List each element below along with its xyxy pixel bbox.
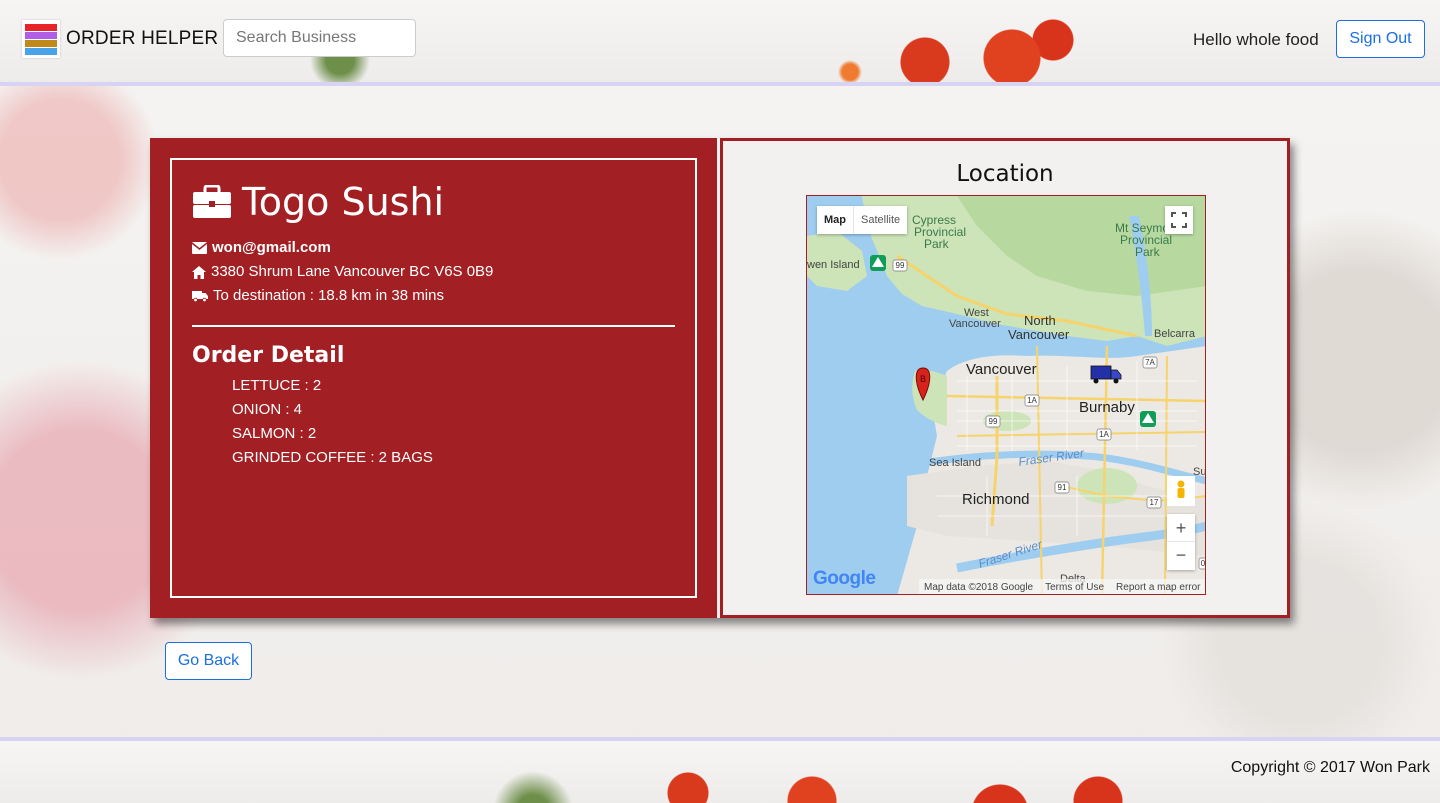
location-panel: Location Cypress Provincial Park Mt Seym… bbox=[720, 138, 1290, 618]
copyright-text: Copyright © 2017 Won Park bbox=[1230, 759, 1430, 776]
terms-of-use-link[interactable]: Terms of Use bbox=[1045, 582, 1104, 593]
logo-stripe bbox=[25, 39, 57, 47]
truck-icon bbox=[192, 291, 208, 302]
map-canvas[interactable]: Cypress Provincial Park Mt Seymour Provi… bbox=[807, 196, 1206, 595]
report-map-error-link[interactable]: Report a map error bbox=[1116, 582, 1200, 593]
svg-text:99: 99 bbox=[896, 261, 905, 270]
footer: Copyright © 2017 Won Park bbox=[0, 737, 1440, 803]
divider bbox=[192, 325, 675, 327]
business-name: Togo Sushi bbox=[242, 180, 445, 224]
business-address: 3380 Shrum Lane Vancouver BC V6S 0B9 bbox=[211, 263, 494, 280]
business-email-row: won@gmail.com bbox=[192, 236, 675, 260]
road-shield: 17 bbox=[1146, 496, 1162, 509]
svg-text:17: 17 bbox=[1150, 498, 1159, 507]
logo-stripe bbox=[25, 31, 57, 39]
brand-name: ORDER HELPER bbox=[66, 28, 219, 49]
business-email: won@gmail.com bbox=[212, 239, 331, 256]
briefcase-icon bbox=[193, 185, 231, 218]
map-label: Belcarra bbox=[1154, 328, 1196, 340]
street-view-pegman-icon[interactable] bbox=[1167, 476, 1195, 506]
order-item: LETTUCE : 2 bbox=[232, 377, 322, 394]
logo-stripe bbox=[25, 23, 57, 31]
svg-text:1A: 1A bbox=[1027, 396, 1037, 405]
map-label: Sea Island bbox=[929, 457, 981, 469]
zoom-out-button[interactable]: − bbox=[1167, 542, 1195, 569]
map-type-control: Map Satellite bbox=[817, 206, 908, 234]
road-shield: 99 bbox=[892, 259, 908, 272]
svg-text:99: 99 bbox=[989, 417, 998, 426]
park-marker-icon bbox=[1140, 411, 1156, 427]
map-data-attribution: Map data ©2018 Google bbox=[924, 582, 1034, 593]
google-logo[interactable]: Google bbox=[813, 568, 876, 590]
map-label: North bbox=[1024, 313, 1056, 328]
map-label: wen Island bbox=[807, 259, 860, 271]
map-label: Vancouver bbox=[1008, 327, 1070, 342]
sign-out-button[interactable]: Sign Out bbox=[1336, 20, 1425, 58]
map-type-satellite-button[interactable]: Satellite bbox=[854, 206, 907, 234]
fullscreen-button[interactable] bbox=[1165, 206, 1193, 234]
order-item: ONION : 4 bbox=[232, 401, 303, 418]
logo-stripe bbox=[25, 47, 57, 55]
road-shield: 7A bbox=[1142, 356, 1158, 369]
destination-row: To destination : 18.8 km in 38 mins bbox=[192, 284, 675, 308]
business-title-row: Togo Sushi bbox=[192, 180, 675, 224]
park-marker-icon bbox=[870, 255, 886, 271]
go-back-button[interactable]: Go Back bbox=[165, 642, 252, 680]
map-label: Park bbox=[924, 237, 950, 251]
zoom-control: + − bbox=[1167, 514, 1195, 570]
road-shield: 1A bbox=[1024, 394, 1040, 407]
map-label: Burnaby bbox=[1079, 399, 1135, 416]
map-label: Park bbox=[1135, 245, 1161, 259]
search-input[interactable] bbox=[223, 19, 416, 57]
map-type-map-button[interactable]: Map bbox=[817, 206, 854, 234]
svg-text:0: 0 bbox=[1201, 559, 1206, 568]
destination-info: To destination : 18.8 km in 38 mins bbox=[213, 287, 444, 304]
road-shield: 1A bbox=[1096, 428, 1112, 441]
google-map[interactable]: Cypress Provincial Park Mt Seymour Provi… bbox=[806, 195, 1206, 595]
svg-text:91: 91 bbox=[1058, 483, 1067, 492]
order-item: GRINDED COFFEE : 2 BAGS bbox=[232, 449, 433, 466]
location-title: Location bbox=[956, 161, 1054, 187]
road-shield: 99 bbox=[985, 415, 1001, 428]
google-logo-text: Google bbox=[813, 568, 876, 589]
zoom-in-button[interactable]: + bbox=[1167, 514, 1195, 542]
order-items-list: LETTUCE : 2 ONION : 4 SALMON : 2 GRINDED… bbox=[192, 374, 675, 470]
brand-logo bbox=[22, 20, 60, 58]
road-shield: 91 bbox=[1054, 481, 1070, 494]
business-info-panel: Togo Sushi won@gmail.com 3380 Shrum Lane… bbox=[150, 138, 717, 618]
order-item: SALMON : 2 bbox=[232, 425, 317, 442]
home-icon bbox=[192, 265, 206, 279]
map-label: Vancouver bbox=[966, 361, 1037, 378]
map-attribution-bar: Map data ©2018 Google Terms of Use Repor… bbox=[919, 579, 1205, 594]
business-detail-card: Togo Sushi won@gmail.com 3380 Shrum Lane… bbox=[150, 138, 1290, 618]
svg-text:7A: 7A bbox=[1145, 358, 1155, 367]
fullscreen-icon bbox=[1171, 212, 1187, 228]
map-label: Richmond bbox=[962, 491, 1030, 508]
top-navbar: ORDER HELPER Hello whole food Sign Out bbox=[0, 0, 1440, 86]
business-address-row: 3380 Shrum Lane Vancouver BC V6S 0B9 bbox=[192, 260, 675, 284]
order-detail-title: Order Detail bbox=[192, 343, 345, 368]
svg-text:1A: 1A bbox=[1099, 430, 1109, 439]
user-greeting: Hello whole food bbox=[1193, 30, 1319, 49]
business-info-box: Togo Sushi won@gmail.com 3380 Shrum Lane… bbox=[170, 158, 697, 598]
map-label: Vancouver bbox=[949, 318, 1001, 330]
svg-text:B: B bbox=[920, 374, 926, 384]
road-shield: 0 bbox=[1198, 557, 1206, 570]
envelope-icon bbox=[192, 242, 207, 254]
brand[interactable]: ORDER HELPER bbox=[22, 20, 218, 58]
